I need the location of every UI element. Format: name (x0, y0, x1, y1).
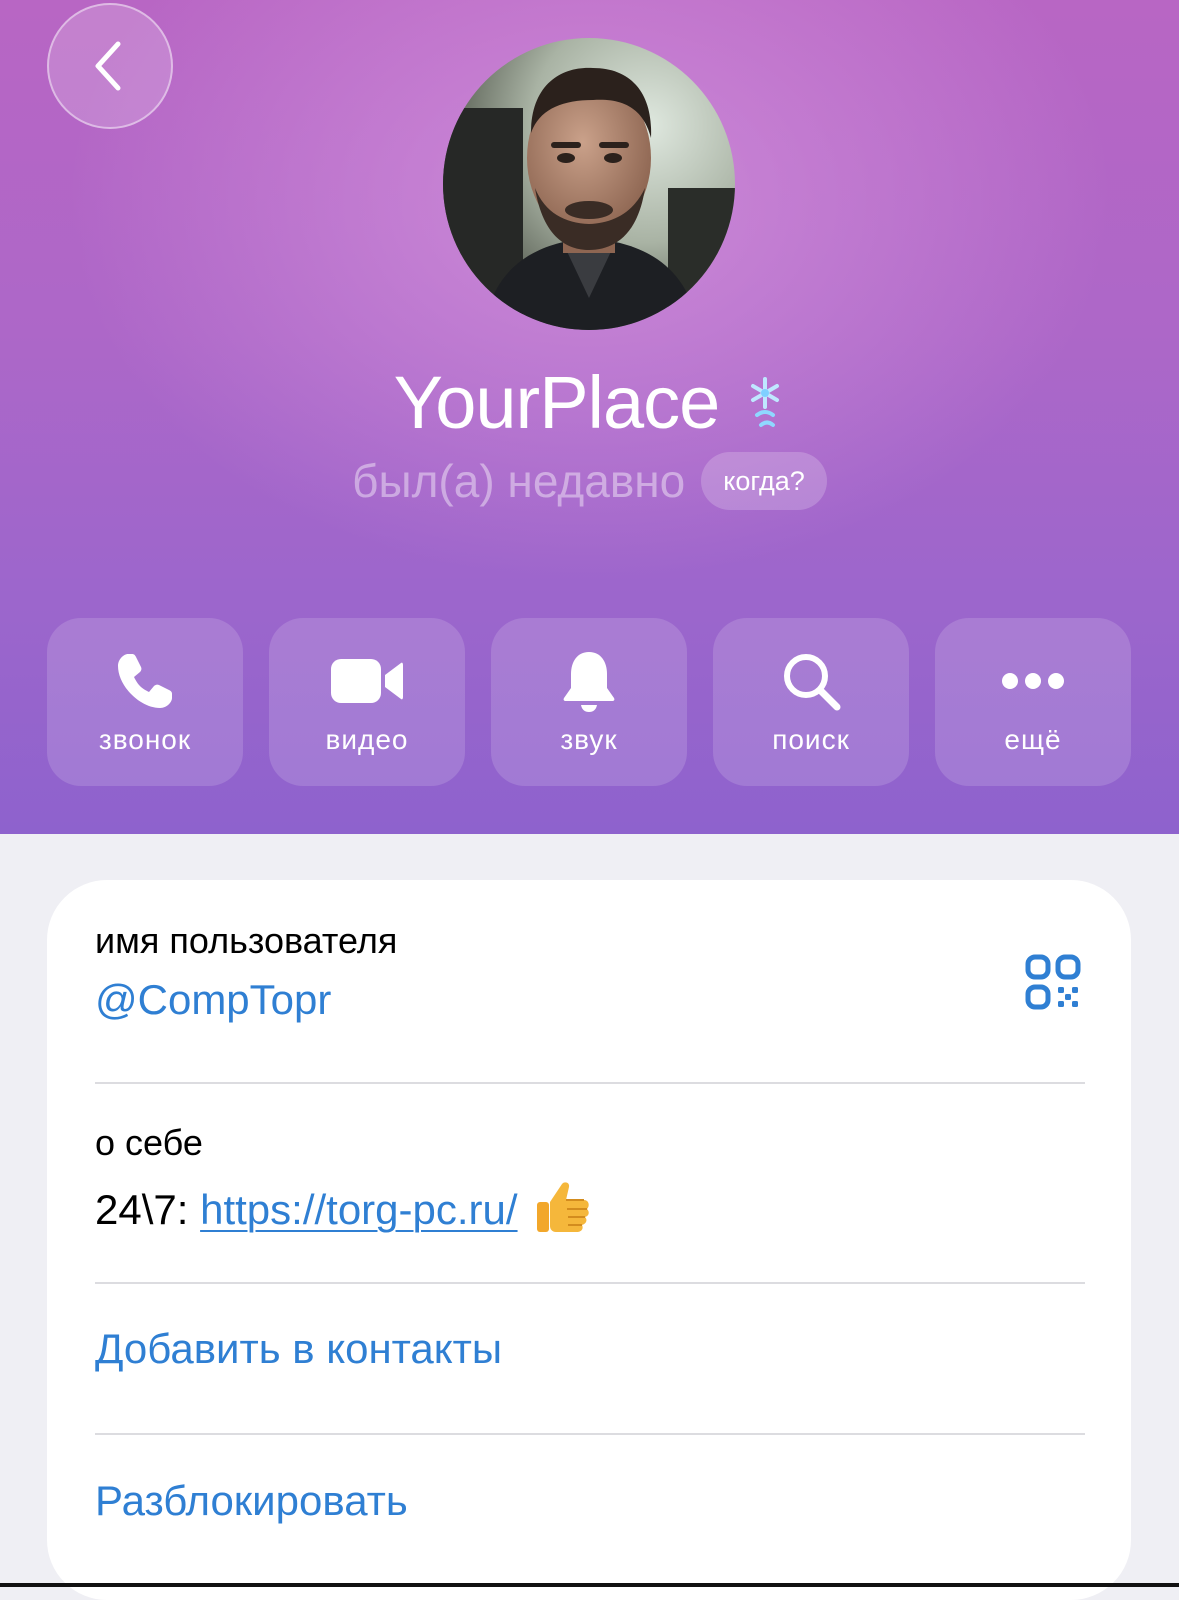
thumbs-up-emoji-icon (536, 1182, 589, 1232)
call-button[interactable]: звонок (47, 618, 243, 786)
back-button[interactable] (47, 3, 173, 129)
divider (95, 1282, 1085, 1284)
profile-name: YourPlace (393, 361, 721, 444)
sound-button[interactable]: звук (491, 618, 687, 786)
phone-icon (118, 654, 172, 708)
bottom-edge (0, 1583, 1179, 1587)
status-row: был(а) недавно когда? (0, 452, 1179, 510)
search-button[interactable]: поиск (713, 618, 909, 786)
username-value[interactable]: @CompTopr (95, 976, 331, 1024)
unblock-button[interactable]: Разблокировать (95, 1477, 408, 1525)
name-row: YourPlace (0, 360, 1179, 445)
when-button[interactable]: когда? (701, 452, 827, 510)
avatar[interactable] (443, 38, 735, 330)
more-button[interactable]: ещё (935, 618, 1131, 786)
last-seen-status: был(а) недавно (352, 455, 686, 507)
search-icon (784, 654, 841, 711)
profile-header: YourPlace был(а) недавно когда? звонок в… (0, 0, 1179, 834)
call-label: звонок (98, 724, 192, 755)
about-value: 24\7: https://torg-pc.ru/ (95, 1176, 592, 1236)
divider (95, 1433, 1085, 1435)
add-to-contacts-button[interactable]: Добавить в контакты (95, 1325, 502, 1373)
about-label: о себе (95, 1122, 203, 1163)
video-button[interactable]: видео (269, 618, 465, 786)
info-card: имя пользователя @CompTopr о себе 24\7: … (47, 880, 1131, 1600)
qr-code-icon[interactable] (1025, 954, 1083, 1012)
bell-icon (563, 652, 615, 712)
search-label: поиск (772, 724, 850, 755)
about-link[interactable]: https://torg-pc.ru/ (200, 1186, 517, 1233)
more-dots-icon (1002, 673, 1064, 689)
divider (95, 1082, 1085, 1084)
video-label: видео (325, 724, 409, 755)
username-label: имя пользователя (95, 920, 398, 961)
action-bar: звонок видео звук поиск ещё (47, 618, 1131, 786)
video-camera-icon (331, 659, 403, 703)
sound-label: звук (560, 724, 618, 755)
snowflake-emoji-status-icon[interactable] (745, 373, 785, 433)
about-prefix: 24\7: (95, 1186, 201, 1233)
chevron-left-icon (95, 41, 121, 91)
avatar-photo (443, 38, 735, 330)
more-label: ещё (1004, 724, 1062, 755)
